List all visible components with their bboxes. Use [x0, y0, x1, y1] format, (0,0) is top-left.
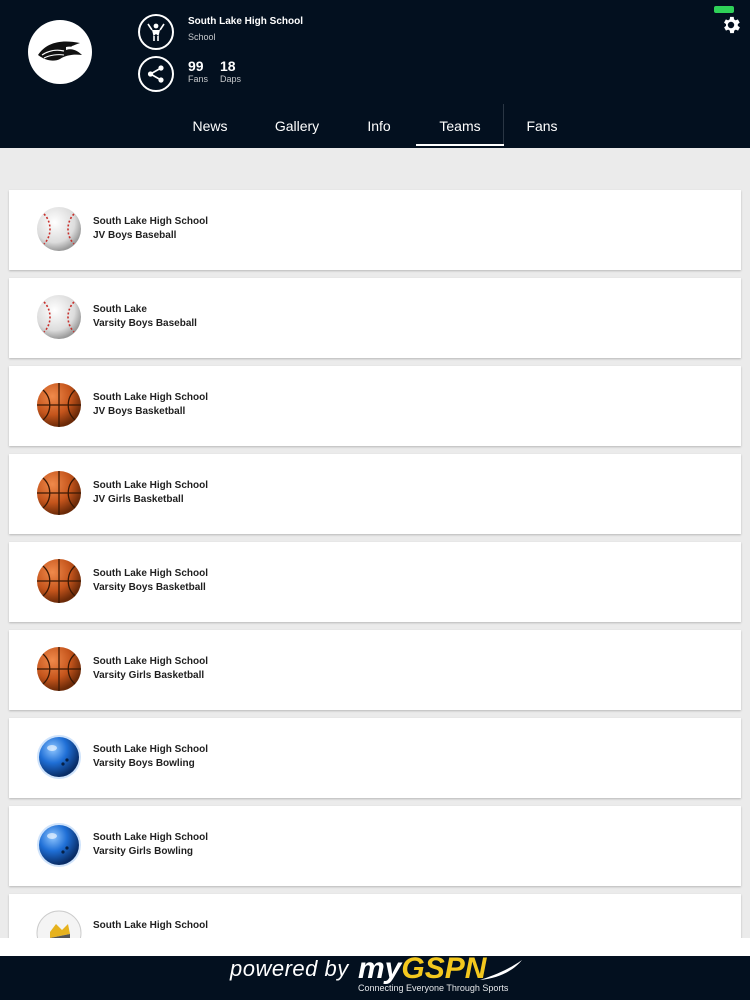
brand-gspn: GSPN [401, 952, 487, 985]
school-name: South Lake High School [188, 16, 304, 27]
team-school: South Lake High School [93, 480, 209, 491]
baseball-icon [37, 207, 81, 251]
team-card[interactable]: South Lake High School Varsity Boys Bowl… [9, 718, 741, 798]
tab-divider [503, 104, 504, 144]
team-school: South Lake High School [93, 216, 209, 227]
tab-teams[interactable]: Teams [416, 104, 504, 148]
powered-by-footer: powered by myGSPN Connecting Everyone Th… [0, 952, 750, 1000]
tab-bar: News Gallery Info Teams Fans [0, 104, 750, 148]
status-bar [0, 0, 750, 14]
tab-info[interactable]: Info [344, 104, 414, 148]
app-header: South Lake High School School 99 Fans 18… [0, 0, 750, 148]
daps-count: 18 [220, 58, 236, 74]
mygspn-logo[interactable]: myGSPN [358, 952, 486, 986]
teams-list[interactable]: South Lake High School JV Boys Baseball … [0, 150, 750, 938]
team-card[interactable]: South Lake High School [9, 894, 741, 938]
basketball-icon [37, 471, 81, 515]
school-logo[interactable] [28, 20, 92, 84]
fans-stat[interactable]: 99 Fans [188, 58, 208, 85]
brand-my: my [358, 952, 402, 985]
gear-icon[interactable] [720, 14, 742, 36]
cheer-icon [36, 910, 82, 938]
swoosh-icon [480, 960, 522, 980]
daps-stat[interactable]: 18 Daps [220, 58, 241, 85]
school-type: School [188, 32, 216, 42]
team-card[interactable]: South Lake High School JV Girls Basketba… [9, 454, 741, 534]
basketball-icon [37, 559, 81, 603]
team-card[interactable]: South Lake High School Varsity Girls Bow… [9, 806, 741, 886]
team-card[interactable]: South Lake High School Varsity Boys Bask… [9, 542, 741, 622]
basketball-icon [37, 647, 81, 691]
team-school: South Lake High School [93, 832, 209, 843]
bowling-ball-icon [37, 823, 81, 867]
team-school: South Lake High School [93, 656, 209, 667]
basketball-icon [37, 383, 81, 427]
bowling-ball-icon [37, 735, 81, 779]
tab-fans[interactable]: Fans [506, 104, 578, 148]
team-card[interactable]: South Lake High School JV Boys Baseball [9, 190, 741, 270]
sport-type-icon [138, 14, 174, 50]
team-school: South Lake [93, 304, 147, 315]
team-name: Varsity Girls Basketball [93, 670, 205, 681]
fans-label: Fans [188, 74, 209, 84]
team-card[interactable]: South Lake Varsity Boys Baseball [9, 278, 741, 358]
baseball-icon [37, 295, 81, 339]
team-name: Varsity Boys Bowling [93, 758, 195, 769]
team-name: Varsity Girls Bowling [93, 846, 194, 857]
team-name: Varsity Boys Baseball [93, 318, 197, 329]
daps-label: Daps [220, 74, 242, 84]
team-name: JV Boys Basketball [93, 406, 186, 417]
team-card[interactable]: South Lake High School JV Boys Basketbal… [9, 366, 741, 446]
team-card[interactable]: South Lake High School Varsity Girls Bas… [9, 630, 741, 710]
battery-icon [714, 6, 734, 13]
share-icon[interactable] [138, 56, 174, 92]
eagle-logo-icon [38, 41, 82, 61]
team-school: South Lake High School [93, 568, 209, 579]
tagline: Connecting Everyone Through Sports [358, 983, 509, 993]
team-school: South Lake High School [93, 920, 209, 931]
team-school: South Lake High School [93, 744, 209, 755]
team-name: Varsity Boys Basketball [93, 582, 206, 593]
team-name: JV Boys Baseball [93, 230, 177, 241]
team-name: JV Girls Basketball [93, 494, 184, 505]
powered-by-text: powered by [230, 956, 349, 981]
team-school: South Lake High School [93, 392, 209, 403]
tab-news[interactable]: News [170, 104, 250, 148]
fans-count: 99 [188, 58, 204, 74]
tab-gallery[interactable]: Gallery [256, 104, 338, 148]
